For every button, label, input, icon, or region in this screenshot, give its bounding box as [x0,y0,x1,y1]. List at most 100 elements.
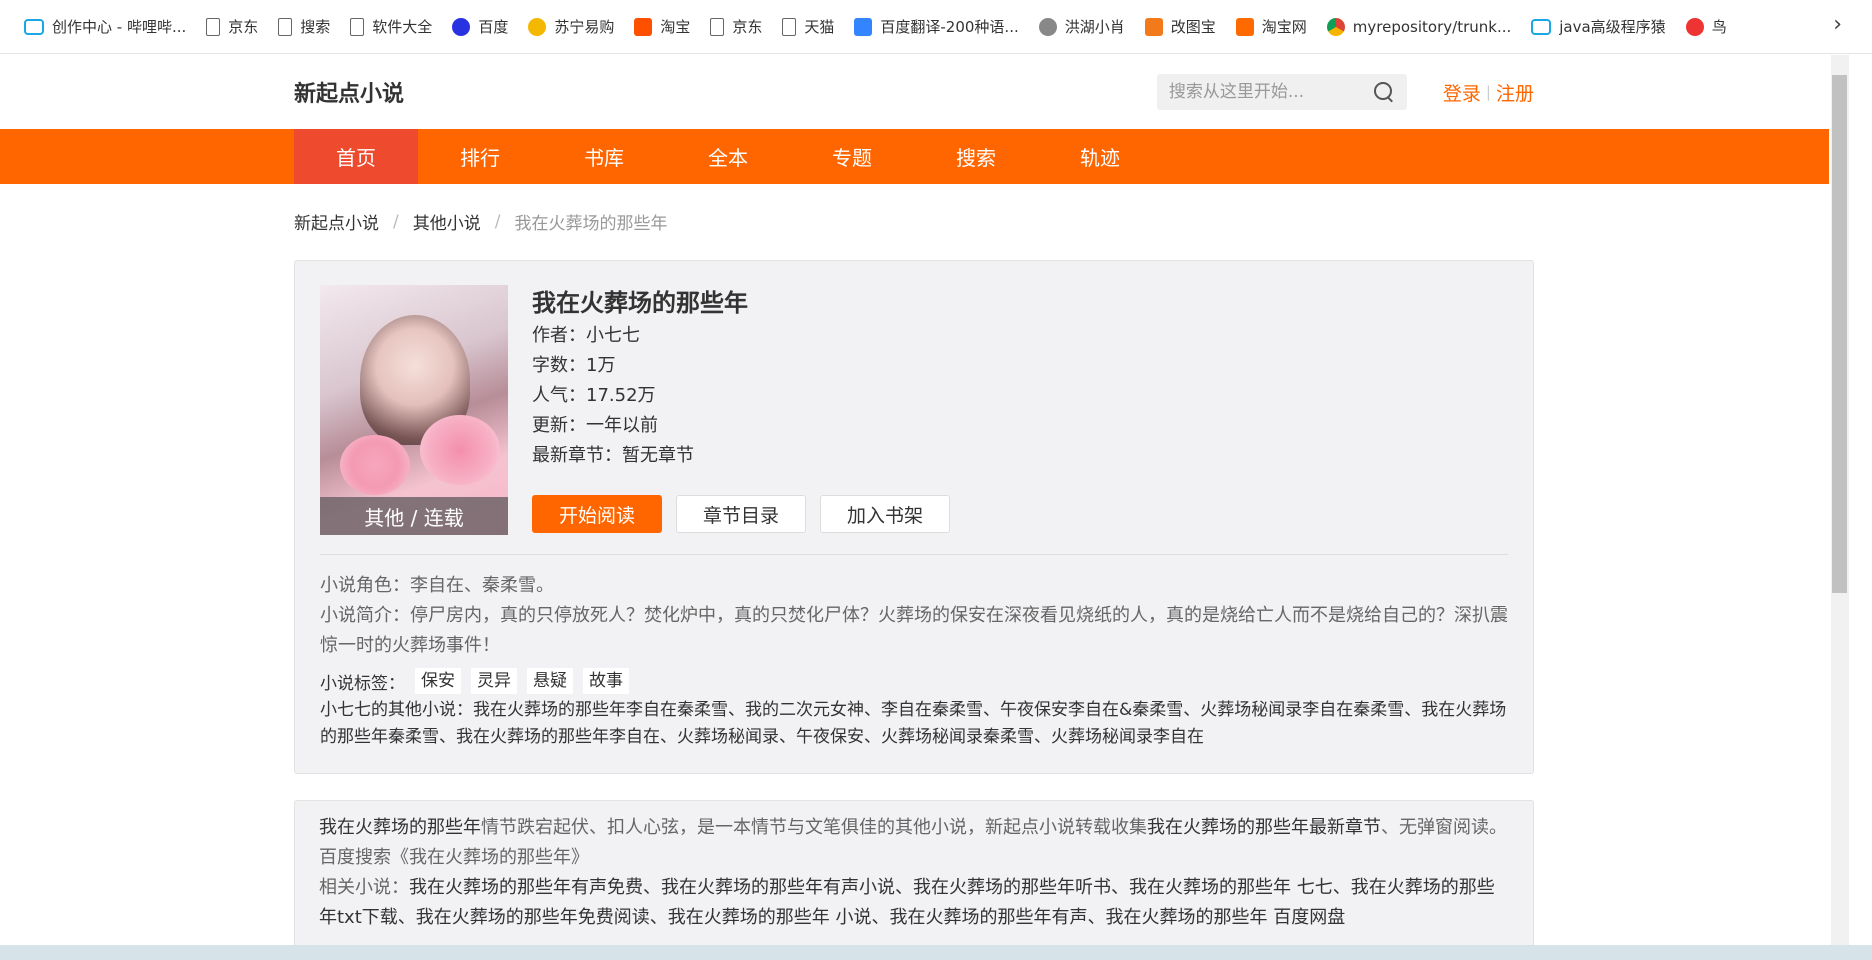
search-icon[interactable] [1373,81,1395,103]
chrome-icon [1326,17,1345,36]
related-list[interactable]: 我在火葬场的那些年有声免费、我在火葬场的那些年有声小说、我在火葬场的那些年听书、… [319,877,1495,928]
page-icon [710,17,725,36]
book-action-buttons: 开始阅读 章节目录 加入书架 [532,495,964,533]
related-novels: 相关小说：我在火葬场的那些年有声免费、我在火葬场的那些年有声小说、我在火葬场的那… [319,873,1509,933]
suning-icon [528,17,547,36]
nav-list: 首页 排行 书库 全本 专题 搜索 轨迹 [294,129,1162,184]
start-reading-button[interactable]: 开始阅读 [532,495,662,533]
breadcrumb-separator: / [393,211,399,232]
book-popularity: 人气：17.52万 [532,381,748,411]
book-author: 作者：小七七 [532,321,748,351]
bookmark-item[interactable]: 百度翻译-200种语... [844,10,1028,44]
tags-label: 小说标签： [320,673,405,694]
bookmark-label: 京东 [228,18,259,36]
nav-item[interactable]: 轨迹 [1038,129,1162,184]
latest-value[interactable]: 暂无章节 [622,445,694,466]
book-info-panel: 其他 / 连载 我在火葬场的那些年 作者：小七七 字数：1万 人气：17.52万… [294,260,1534,774]
register-link[interactable]: 注册 [1496,79,1534,106]
bookmark-item[interactable]: 软件大全 [340,10,442,44]
bookmark-item[interactable]: 洪湖小肖 [1029,10,1135,44]
bookmark-label: 天猫 [804,18,835,36]
bookmark-label: 鸟 [1711,18,1727,36]
bookmark-item[interactable]: myrepository/trunk... [1317,10,1521,44]
nav-item[interactable]: 搜索 [914,129,1038,184]
chapter-list-button[interactable]: 章节目录 [676,495,806,533]
seo-book-title: 我在火葬场的那些年 [319,817,481,838]
popularity-label: 人气： [532,385,586,406]
cover-category-tag: 其他 / 连载 [320,497,508,535]
book-tags: 小说标签： 保安 灵异 悬疑 故事 [320,666,629,696]
bookmark-item[interactable]: 天猫 [772,10,844,44]
author-label: 作者： [532,325,586,346]
search-input[interactable] [1168,82,1359,102]
breadcrumb-separator: / [494,211,501,232]
scrollbar-thumb[interactable] [1832,75,1847,593]
author-other-books[interactable]: 小七七的其他小说：我在火葬场的那些年李自在秦柔雪、我的二次元女神、李自在秦柔雪、… [320,697,1508,751]
bookmark-item[interactable]: 淘宝网 [1226,10,1317,44]
book-tag[interactable]: 灵异 [471,668,517,694]
bookmark-label: 洪湖小肖 [1064,18,1125,36]
taobao-icon [1235,17,1254,36]
bookmark-label: 百度翻译-200种语... [880,18,1019,36]
bilibili-icon [24,18,44,35]
search-box [1156,74,1407,110]
seo-text: 情节跌宕起伏、扣人心弦，是一本情节与文笔俱佳的其他小说，新起点小说转载收集 [481,817,1147,838]
seo-book-title-latest: 我在火葬场的那些年最新章节 [1147,817,1381,838]
bookmark-item[interactable]: 创作中心 - 哔哩哔... [14,10,196,44]
site-logo[interactable]: 新起点小说 [294,76,404,108]
book-updated: 更新：一年以前 [532,411,748,441]
bird-icon [1038,17,1057,36]
popularity-value: 17.52万 [586,385,656,406]
book-roles: 小说角色：李自在、秦柔雪。 [320,575,554,596]
bookmark-item[interactable]: 改图宝 [1135,10,1226,44]
bookmark-item[interactable]: 鸟 [1676,10,1737,44]
page-viewport: 新起点小说 登录 | 注册 首页排行书库全本专题搜索轨迹 新起点小说 / 其他小… [0,55,1829,945]
breadcrumb-home[interactable]: 新起点小说 [294,209,379,234]
book-intro: 小说简介：停尸房内，真的只停放死人？焚化炉中，真的只焚化尸体？火葬场的保安在深夜… [320,605,1508,656]
bookmark-item[interactable]: 搜索 [268,10,340,44]
page-icon [782,17,797,36]
author-name[interactable]: 小七七 [586,325,640,346]
nav-item[interactable]: 书库 [542,129,666,184]
bookmark-label: 淘宝 [660,18,691,36]
updated-value: 一年以前 [586,415,658,436]
section-divider [320,554,1508,555]
book-tag[interactable]: 故事 [583,668,629,694]
header-right: 登录 | 注册 [1156,74,1534,110]
book-tag[interactable]: 悬疑 [527,668,573,694]
nav-item[interactable]: 首页 [294,129,418,184]
nav-item[interactable]: 专题 [790,129,914,184]
page-icon [206,17,221,36]
nav-item[interactable]: 全本 [666,129,790,184]
bookmark-item[interactable]: 京东 [700,10,772,44]
bookmark-item[interactable]: java高级程序猿 [1521,10,1675,44]
book-tag[interactable]: 保安 [415,668,461,694]
bookmarks-overflow-chevron-icon[interactable]: › [1833,12,1842,37]
auth-links: 登录 | 注册 [1443,79,1534,106]
taobao-icon [634,17,653,36]
book-description: 小说角色：李自在、秦柔雪。 小说简介：停尸房内，真的只停放死人？焚化炉中，真的只… [320,571,1508,661]
updated-label: 更新： [532,415,586,436]
seo-paragraph: 我在火葬场的那些年情节跌宕起伏、扣人心弦，是一本情节与文笔俱佳的其他小说，新起点… [319,813,1509,873]
bilibili-icon [1531,18,1552,35]
words-label: 字数： [532,355,586,376]
bookmark-item[interactable]: 京东 [196,10,268,44]
bookmark-item[interactable]: 苏宁易购 [518,10,624,44]
baidu-paw-icon [452,17,471,36]
bookmark-item[interactable]: 百度 [442,10,518,44]
book-cover-image[interactable]: 其他 / 连载 [320,285,508,535]
seo-description-panel: 我在火葬场的那些年情节跌宕起伏、扣人心弦，是一本情节与文笔俱佳的其他小说，新起点… [294,800,1534,945]
bookmark-label: 百度 [478,18,509,36]
breadcrumb: 新起点小说 / 其他小说 / 我在火葬场的那些年 [294,209,1534,235]
bookmarks-bar: 创作中心 - 哔哩哔... 京东 搜索 软件大全 百度 苏宁易购 淘宝 京东 天猫 百度翻译-20… [0,0,1872,54]
words-value: 1万 [586,355,616,376]
login-link[interactable]: 登录 [1443,79,1481,106]
bookmark-item[interactable]: 淘宝 [624,10,700,44]
bookmark-label: 搜索 [300,18,331,36]
add-to-shelf-button[interactable]: 加入书架 [820,495,950,533]
gaitubao-icon [1144,17,1163,36]
breadcrumb-category[interactable]: 其他小说 [413,209,481,234]
nav-item[interactable]: 排行 [418,129,542,184]
site-header: 新起点小说 登录 | 注册 [294,55,1534,129]
bookmark-label: 改图宝 [1170,18,1216,36]
